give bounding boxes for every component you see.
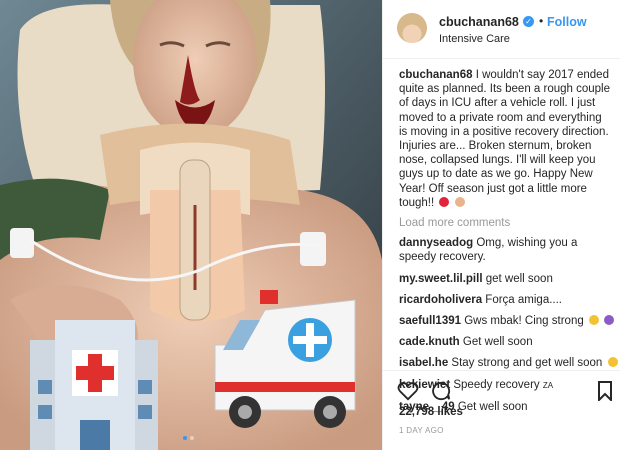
follow-button[interactable]: Follow [547, 15, 587, 29]
avatar[interactable] [397, 13, 427, 43]
flexed-biceps-icon [454, 196, 465, 207]
username-link[interactable]: cbuchanan68 [439, 15, 519, 29]
comment-username[interactable]: my.sweet.lil.pill [399, 273, 483, 285]
post-photo[interactable] [0, 0, 382, 450]
emoji-icon [588, 315, 599, 326]
caption: cbuchanan68 I wouldn't say 2017 ended qu… [399, 68, 611, 210]
comment: isabel.he Stay strong and get well soon [399, 356, 618, 370]
smile-emoji-icon [607, 357, 618, 368]
comment-username[interactable]: cade.knuth [399, 336, 460, 348]
carousel-dot-active [183, 436, 187, 440]
comment: ricardoholivera Força amiga.... [399, 293, 611, 307]
action-bar [383, 370, 620, 401]
comment-username[interactable]: dannyseadog [399, 237, 473, 249]
comment: cade.knuth Get well soon [399, 335, 611, 349]
separator-dot: • [539, 14, 544, 28]
comment-username[interactable]: ricardoholivera [399, 294, 482, 306]
comment-username[interactable]: saefull1391 [399, 315, 461, 327]
post-header: cbuchanan68 ✓ • Follow Intensive Care [383, 0, 620, 59]
comment-text: Get well soon [462, 336, 533, 349]
comments-section: cbuchanan68 I wouldn't say 2017 ended qu… [399, 68, 618, 421]
comment-text: Get well soon [457, 400, 528, 413]
post-sidebar: cbuchanan68 ✓ • Follow Intensive Care cb… [382, 0, 620, 450]
comment-text: Stay strong and get well soon [451, 357, 603, 370]
caption-text: I wouldn't say 2017 ended quite as plann… [399, 69, 610, 209]
comment-text: get well soon [485, 272, 553, 285]
carousel-dot [190, 436, 194, 440]
likes-count[interactable]: 22,798 likes [399, 406, 463, 418]
comment: my.sweet.lil.pill get well soon [399, 272, 611, 286]
instagram-post: cbuchanan68 ✓ • Follow Intensive Care cb… [0, 0, 620, 450]
photo-illustration [0, 0, 382, 450]
post-timestamp: 1 DAY AGO [399, 426, 444, 435]
comment: saefull1391 Gws mbak! Cing strong [399, 314, 615, 328]
carousel-indicator [183, 436, 194, 440]
comment-username[interactable]: isabel.he [399, 357, 448, 369]
bookmark-icon[interactable] [597, 381, 613, 401]
comment-text: Gws mbak! Cing strong [464, 315, 584, 328]
comment-text: Força amiga.... [485, 293, 562, 306]
comment-icon[interactable] [431, 381, 451, 401]
heart-icon[interactable] [397, 381, 419, 401]
comment: dannyseadog Omg, wishing you a speedy re… [399, 236, 611, 264]
caption-username[interactable]: cbuchanan68 [399, 69, 473, 81]
verified-badge-icon: ✓ [523, 16, 534, 27]
emoji-icon [604, 315, 615, 326]
location-link[interactable]: Intensive Care [439, 33, 510, 45]
load-more-comments-button[interactable]: Load more comments [399, 216, 611, 230]
red-heart-icon [439, 196, 450, 207]
